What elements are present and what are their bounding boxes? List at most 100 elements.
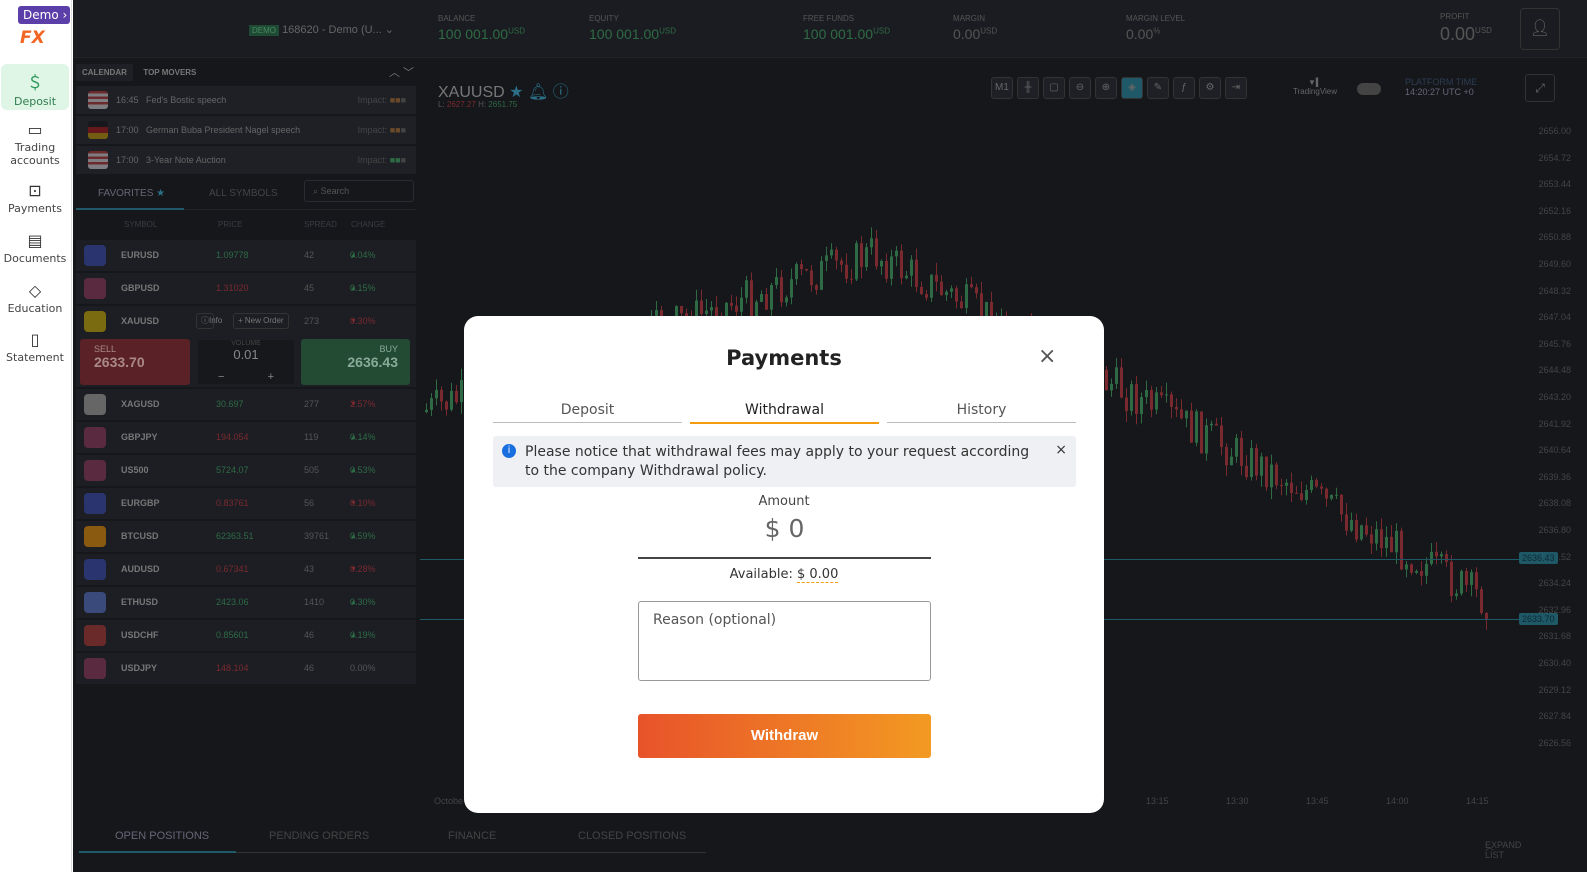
symbol-row[interactable]: XAGUSD 30.697 277 ▼ 2.57% [76,389,416,420]
tab-closed-positions[interactable]: CLOSED POSITIONS [578,830,686,842]
x-tick: 13:15 [1146,796,1169,806]
symbol-row[interactable]: GBPJPY 194.054 119 ▲ 0.14% [76,422,416,453]
sidebar-item-education[interactable]: ◇ Education [0,281,70,315]
tab-calendar[interactable]: CALENDAR [76,64,133,81]
symbol-row[interactable]: EURGBP 0.83761 56 ▼ 0.10% [76,488,416,519]
y-tick: 2634.24 [1538,578,1571,589]
user-profile-button[interactable]: 👤︎ [1520,8,1560,50]
candle [1275,462,1278,490]
zoom-out-icon[interactable]: ⊖ [1069,77,1091,99]
account-name: 168620 - Demo (U... [282,24,382,36]
demo-badge[interactable]: Demo › [18,6,70,24]
price: 62363.51 [216,531,254,541]
available-amount[interactable]: $ 0.00 [797,567,839,583]
symbol-row[interactable]: XAUUSD ⓘ Info + New Order 273 ▼ 0.30% [76,306,416,337]
increase-volume-button[interactable]: + [268,371,274,383]
candle [1460,569,1463,596]
sidebar-item-payments[interactable]: ⊡ Payments [0,181,70,215]
sidebar-item-deposit[interactable]: ＄ Deposit [1,64,69,110]
candle [970,276,973,289]
symbol-icon [84,625,106,646]
candle [455,385,458,405]
tab-favorites[interactable]: FAVORITES ★ [98,188,165,199]
symbol-row[interactable]: ETHUSD 2423.06 1410 ▲ 0.30% [76,587,416,618]
profit-stat: PROFIT 0.00USD [1440,12,1492,44]
sidebar-item-statement[interactable]: ▯ Statement [0,330,70,364]
candle [925,289,928,301]
symbol-row[interactable]: USDJPY 148.104 46 0.00% [76,653,416,684]
candle [1405,561,1408,578]
calendar-event[interactable]: 17:00 3-Year Note Auction Impact: ■■■ [76,146,416,174]
candle [950,285,953,299]
sidebar-item-trading-accounts[interactable]: ▭ Trading accounts [0,120,70,167]
info-icon[interactable]: ⓘ [553,84,569,101]
calendar-event[interactable]: 16:45 Fed's Bostic speech Impact: ■■■ [76,86,416,114]
payments-modal: Payments × Deposit Withdrawal History i … [464,316,1104,813]
sidebar-item-documents[interactable]: ▤ Documents [0,231,70,265]
symbol-row[interactable]: USDCHF 0.85601 46 ▲ 0.19% [76,620,416,651]
decrease-volume-button[interactable]: − [218,371,224,383]
candle [1245,455,1248,480]
withdraw-button[interactable]: Withdraw [638,714,931,758]
symbol-name: EURGBP [121,498,160,508]
tradingview-toggle[interactable] [1357,83,1381,95]
fullscreen-button[interactable]: ⤢ [1525,74,1555,102]
close-icon[interactable]: × [1038,344,1056,369]
bell-icon[interactable]: 🔔︎ [528,84,548,101]
tab-withdrawal[interactable]: Withdrawal [690,402,879,424]
candle [1260,452,1263,487]
candle [810,264,813,292]
tab-open-positions[interactable]: OPEN POSITIONS [115,830,209,842]
spread: 119 [304,432,319,442]
search-placeholder: Search [320,186,350,196]
tab-all-symbols[interactable]: ALL SYMBOLS [209,188,278,199]
settings-icon[interactable]: ⚙ [1199,77,1221,99]
volume-stepper[interactable]: VOLUME 0.01− + [198,340,294,384]
sell-button[interactable]: SELL 2633.70 [80,339,190,385]
skip-end-icon[interactable]: ⇥ [1225,77,1247,99]
account-selector[interactable]: DEMO 168620 - Demo (U... ⌄ [249,23,394,36]
candle [1330,494,1333,501]
equity-stat: EQUITY 100 001.00USD [589,14,676,42]
symbol-icon [84,394,106,415]
timeframe-button[interactable]: M1 [991,77,1013,99]
search-input[interactable]: ⌕ Search [304,180,414,202]
candles-icon[interactable]: ╫ [1017,77,1039,99]
candle [1105,366,1108,391]
buy-button[interactable]: BUY 2636.43 [301,339,410,385]
price: 194.054 [216,432,249,442]
active-tab-indicator [79,851,236,853]
tab-deposit[interactable]: Deposit [493,402,682,423]
calendar-event[interactable]: 17:00 German Buba President Nagel speech I… [76,116,416,144]
symbol-row[interactable]: GBPUSD 1.31020 45 ▲ 0.15% [76,273,416,304]
new-order-button[interactable]: + New Order [233,313,289,329]
pencil-icon[interactable]: ✎ [1147,77,1169,99]
reason-textarea[interactable]: Reason (optional) [638,601,931,681]
amount-input[interactable]: $ 0 [638,514,931,559]
symbol-row[interactable]: EURUSD 1.09778 42 ▲ 0.04% [76,240,416,271]
candle [1300,481,1303,502]
tab-history[interactable]: History [887,402,1076,423]
tab-finance[interactable]: FINANCE [448,830,496,842]
x-tick: 14:00 [1386,796,1409,806]
tab-pending-orders[interactable]: PENDING ORDERS [269,830,369,842]
candle [1305,484,1308,505]
candle [1310,475,1313,494]
symbol-row[interactable]: AUDUSD 0.67341 43 ▼ 0.28% [76,554,416,585]
collapse-expand-controls[interactable]: ︿ ﹀ [389,64,414,80]
symbol-row[interactable]: BTCUSD 62363.51 39761 ▲ 0.59% [76,521,416,552]
symbol-row[interactable]: US500 5724.07 505 ▲ 0.53% [76,455,416,486]
star-icon[interactable]: ★ [509,84,523,101]
info-button[interactable]: ⓘ Info [196,313,222,329]
header: DEMO 168620 - Demo (U... ⌄ BALANCE 100 00… [73,0,1587,58]
zoom-in-icon[interactable]: ⊕ [1095,77,1117,99]
label: Trading accounts [10,141,60,167]
dismiss-notice-icon[interactable]: × [1055,441,1067,460]
tab-top-movers[interactable]: TOP MOVERS [137,64,202,81]
shape-icon[interactable]: ▢ [1043,77,1065,99]
candle [1215,417,1218,426]
indicators-icon[interactable]: ƒ [1173,77,1195,99]
fit-icon[interactable]: ◈ [1121,77,1143,99]
candle [1185,410,1188,428]
y-tick: 2641.92 [1538,418,1571,429]
